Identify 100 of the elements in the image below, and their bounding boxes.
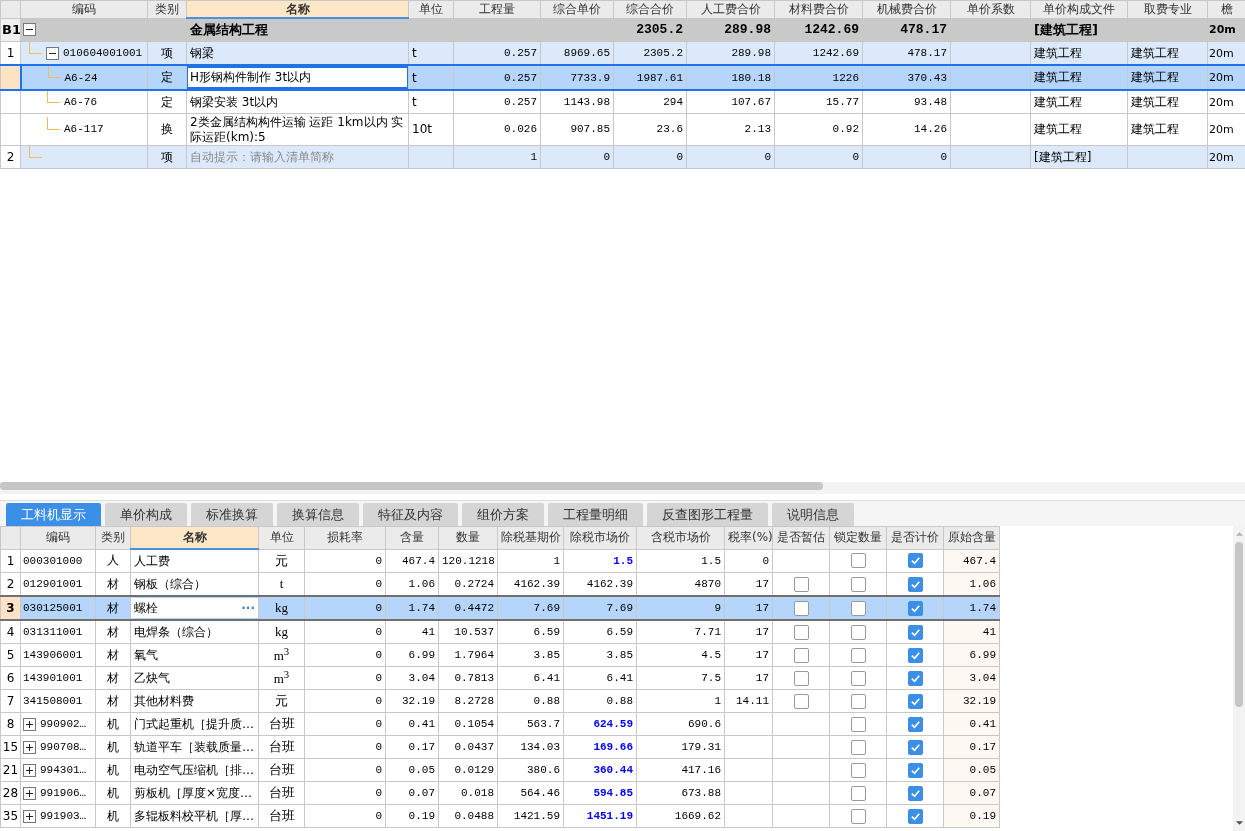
code-text: A6-117 (64, 122, 104, 137)
checkbox[interactable] (793, 693, 809, 709)
table-cell: 907.85 (540, 113, 614, 146)
table-cell: 180.18 (686, 65, 775, 90)
collapse-toggle-icon[interactable] (23, 23, 36, 37)
table-cell: 32.19 (385, 689, 439, 713)
column-header[interactable]: 综合单价 (540, 0, 614, 18)
column-header[interactable]: 工程量 (453, 0, 541, 18)
checkbox[interactable] (793, 647, 809, 663)
checkbox[interactable] (907, 693, 923, 709)
column-header[interactable]: 人工费合价 (686, 0, 775, 18)
tab[interactable]: 换算信息 (277, 503, 359, 526)
column-header[interactable]: 材料费合价 (774, 0, 863, 18)
column-header[interactable]: 机械费合价 (862, 0, 951, 18)
checkbox[interactable] (907, 762, 923, 778)
row-number: B1 (0, 18, 21, 42)
column-header[interactable]: 含量 (385, 526, 439, 549)
table-cell: 370.43 (862, 65, 951, 90)
checkbox[interactable] (907, 716, 923, 732)
column-header[interactable]: 取费专业 (1127, 0, 1208, 18)
checkbox[interactable] (793, 600, 809, 616)
name-input-field[interactable]: 螺栓 ··· (131, 598, 258, 618)
checkbox[interactable] (850, 576, 866, 592)
checkbox[interactable] (850, 624, 866, 640)
table-cell: 7 (0, 689, 21, 713)
table-cell: 20m (1207, 65, 1245, 90)
column-header[interactable]: 含税市场价 (636, 526, 725, 549)
checkbox[interactable] (793, 624, 809, 640)
table-cell: 0.19 (385, 804, 439, 828)
table-cell: 417.16 (636, 758, 725, 782)
table-cell: 人工费 (130, 549, 259, 573)
column-header[interactable]: 损耗率 (304, 526, 386, 549)
tab[interactable]: 说明信息 (772, 503, 854, 526)
table-cell: 14.11 (724, 689, 773, 713)
expand-toggle-icon[interactable] (23, 809, 36, 823)
column-header[interactable]: 名称 (130, 526, 259, 549)
checkbox[interactable] (850, 785, 866, 801)
scrollbar-thumb[interactable] (0, 482, 823, 490)
column-header[interactable]: 编码 (20, 0, 148, 18)
checkbox[interactable] (850, 693, 866, 709)
column-header[interactable]: 单位 (258, 526, 305, 549)
column-header[interactable]: 类别 (95, 526, 131, 549)
checkbox[interactable] (850, 716, 866, 732)
checkbox[interactable] (850, 739, 866, 755)
column-header[interactable]: 税率(%) (724, 526, 773, 549)
column-header[interactable]: 锁定数量 (829, 526, 887, 549)
checkbox[interactable] (793, 576, 809, 592)
tab[interactable]: 标准换算 (191, 503, 273, 526)
column-header[interactable]: 除税市场价 (563, 526, 637, 549)
column-header[interactable]: 名称 (186, 0, 409, 18)
column-header[interactable]: 是否计价 (886, 526, 944, 549)
column-header[interactable]: 除税基期价 (497, 526, 564, 549)
table-cell: 台班 (258, 804, 305, 828)
column-header[interactable]: 类别 (147, 0, 187, 18)
column-header[interactable]: 是否暂估 (772, 526, 830, 549)
tab[interactable]: 单价构成 (105, 503, 187, 526)
tab[interactable]: 特征及内容 (363, 503, 458, 526)
checkbox[interactable] (907, 576, 923, 592)
scrollbar-track[interactable] (0, 482, 1245, 494)
checkbox[interactable] (850, 808, 866, 824)
table-cell: 0 (304, 666, 386, 690)
table-cell: 乙炔气 (130, 666, 259, 690)
checkbox[interactable] (907, 670, 923, 686)
table-cell: 轨道平车［装载质量… (130, 735, 259, 759)
column-header[interactable]: 单价构成文件 (1030, 0, 1128, 18)
expand-toggle-icon[interactable] (23, 763, 36, 777)
column-header[interactable]: 编码 (20, 526, 96, 549)
checkbox[interactable] (907, 785, 923, 801)
checkbox[interactable] (793, 670, 809, 686)
checkbox[interactable] (907, 808, 923, 824)
checkbox[interactable] (907, 647, 923, 663)
column-header[interactable]: 数量 (438, 526, 498, 549)
scroll-down-icon[interactable] (1234, 819, 1244, 827)
collapse-toggle-icon[interactable] (46, 46, 59, 60)
more-button[interactable]: ··· (241, 598, 255, 618)
tab[interactable]: 工程量明细 (548, 503, 643, 526)
checkbox[interactable] (850, 553, 866, 569)
expand-toggle-icon[interactable] (23, 717, 36, 731)
checkbox[interactable] (907, 553, 923, 569)
checkbox[interactable] (907, 739, 923, 755)
column-header[interactable]: 原始含量 (943, 526, 1000, 549)
column-header[interactable]: 单位 (408, 0, 454, 18)
checkbox[interactable] (850, 600, 866, 616)
scroll-up-icon[interactable] (1234, 530, 1244, 538)
expand-toggle-icon[interactable] (23, 786, 36, 800)
tab[interactable]: 组价方案 (462, 503, 544, 526)
checkbox[interactable] (850, 670, 866, 686)
column-header[interactable]: 单价系数 (950, 0, 1031, 18)
checkbox[interactable] (907, 600, 923, 616)
table-cell: 564.46 (497, 781, 564, 805)
scrollbar-track[interactable] (1233, 526, 1245, 831)
scrollbar-thumb[interactable] (1235, 542, 1243, 707)
checkbox[interactable] (850, 762, 866, 778)
name-input-field[interactable]: H形钢构件制作 3t以内 (187, 67, 408, 88)
expand-toggle-icon[interactable] (23, 740, 36, 754)
checkbox[interactable] (850, 647, 866, 663)
column-header[interactable]: 檐 (1207, 0, 1245, 18)
checkbox[interactable] (907, 624, 923, 640)
column-header[interactable]: 综合合价 (613, 0, 687, 18)
tab[interactable]: 反查图形工程量 (647, 503, 768, 526)
